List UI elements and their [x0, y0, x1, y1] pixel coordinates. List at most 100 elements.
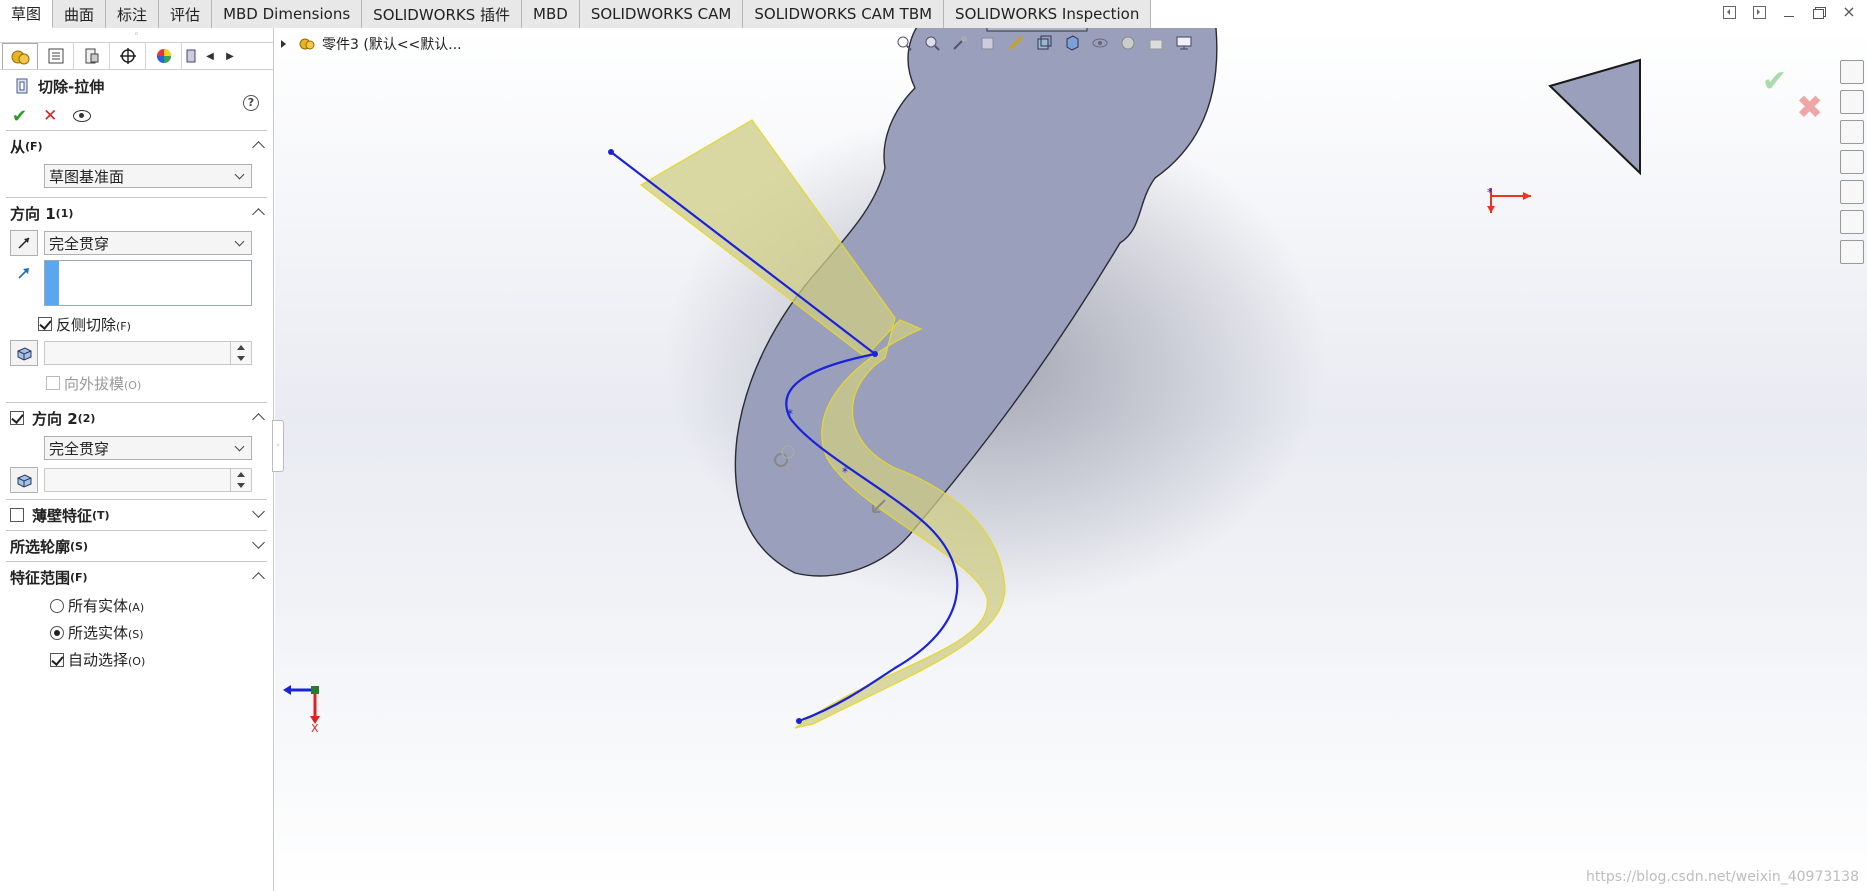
selected-contours-key: (S) — [70, 539, 88, 553]
selected-bodies-radio[interactable] — [50, 625, 64, 640]
spline-point-marker[interactable]: * — [787, 407, 793, 421]
expand-tree-icon[interactable] — [281, 40, 286, 48]
command-manager-tabs: 草图 曲面 标注 评估 MBD Dimensions SOLIDWORKS 插件… — [0, 0, 1152, 28]
sketch-endpoint[interactable] — [608, 149, 614, 155]
from-select[interactable]: 草图基准面 — [44, 164, 252, 188]
tabs-scroll-right-icon[interactable]: ▶ — [220, 43, 240, 69]
tab-solidworks-addins[interactable]: SOLIDWORKS 插件 — [362, 0, 523, 28]
restore-button[interactable] — [1811, 4, 1827, 20]
draft-toggle-button-2[interactable] — [10, 467, 38, 493]
direction1-end-condition[interactable]: 完全贯穿 — [44, 231, 252, 255]
hide-show-icon[interactable] — [1091, 34, 1109, 52]
tab-surfaces[interactable]: 曲面 — [53, 0, 107, 28]
panel-grip-icon[interactable]: ◦ — [0, 28, 273, 42]
property-manager-tab[interactable] — [38, 43, 74, 69]
dynamic-annotation-icon[interactable] — [1007, 34, 1025, 52]
view-orientation-icon[interactable] — [1035, 34, 1053, 52]
tabs-scroll-left-icon[interactable]: ◀ — [200, 43, 220, 69]
thin-feature-header[interactable]: 薄壁特征 (T) — [6, 500, 267, 530]
home-icon[interactable] — [1840, 60, 1864, 84]
appearances-icon[interactable] — [1840, 180, 1864, 204]
direction2-header-label: 方向 2 — [32, 409, 78, 428]
crosshair-icon — [119, 48, 136, 64]
display-style-icon[interactable] — [1063, 34, 1081, 52]
draft-outward-checkbox[interactable] — [46, 376, 60, 390]
model-viewport[interactable]: * * * — [275, 28, 1867, 891]
draft-icon — [17, 347, 32, 361]
collapse-panel-icon[interactable] — [1721, 4, 1737, 20]
feature-title-text: 切除-拉伸 — [38, 77, 105, 96]
direction2-checkbox[interactable] — [10, 411, 24, 425]
reverse-direction-button[interactable] — [10, 230, 38, 256]
feature-manager-tab[interactable] — [2, 43, 38, 69]
feature-scope-key: (F) — [70, 570, 88, 584]
thin-feature-key: (T) — [92, 508, 110, 522]
draft-toggle-button[interactable] — [10, 340, 38, 366]
direction1-header[interactable]: 方向 1 (1) — [6, 198, 267, 228]
feature-title: 切除-拉伸 — [0, 70, 273, 102]
draft-icon — [17, 474, 32, 488]
thin-feature-checkbox[interactable] — [10, 508, 24, 522]
selected-contours-header[interactable]: 所选轮廓 (S) — [6, 531, 267, 561]
tab-sketch[interactable]: 草图 — [0, 0, 54, 28]
direction-selection-box[interactable] — [44, 260, 252, 306]
origin-marker: * — [1487, 186, 1493, 199]
direction2-header[interactable]: 方向 2 (2) — [6, 403, 267, 433]
ok-check-icon[interactable]: ✔ — [12, 106, 27, 127]
tab-evaluate[interactable]: 评估 — [159, 0, 213, 28]
thin-feature-label: 薄壁特征 — [32, 506, 93, 525]
display-manager-tab[interactable] — [146, 43, 182, 69]
minimize-button[interactable] — [1781, 4, 1797, 20]
confirm-ok-icon[interactable]: ✔ — [1762, 64, 1787, 99]
heads-up-toolbar — [895, 34, 1193, 52]
extra-tab[interactable] — [182, 43, 200, 69]
previous-view-icon[interactable] — [951, 34, 969, 52]
preview-eye-icon[interactable] — [73, 110, 92, 122]
sketch-endpoint[interactable] — [796, 718, 802, 724]
zoom-area-icon[interactable] — [923, 34, 941, 52]
file-explorer-icon[interactable] — [1840, 120, 1864, 144]
cam-icon — [186, 49, 196, 63]
graphics-area[interactable]: 零件3 (默认<<默认... * * * X ✔ ✖ https://blog.… — [275, 28, 1867, 891]
forum-icon[interactable] — [1840, 240, 1864, 264]
all-bodies-radio[interactable] — [50, 598, 64, 613]
view-settings-icon[interactable] — [1175, 34, 1193, 52]
tab-solidworks-cam[interactable]: SOLIDWORKS CAM — [579, 0, 744, 28]
panel-collapse-handle[interactable]: ◦ — [272, 420, 284, 472]
dimxpert-manager-tab[interactable] — [110, 43, 146, 69]
feature-scope-header[interactable]: 特征范围 (F) — [6, 562, 267, 592]
cancel-x-icon[interactable]: ✕ — [43, 106, 57, 126]
tab-mbd-dimensions[interactable]: MBD Dimensions — [212, 0, 363, 28]
tab-solidworks-inspection[interactable]: SOLIDWORKS Inspection — [944, 0, 1152, 28]
close-button[interactable]: × — [1841, 4, 1857, 20]
reverse-cut-checkbox[interactable] — [38, 317, 52, 331]
property-list-icon — [48, 48, 63, 64]
draft-angle-spinner-2[interactable] — [44, 468, 252, 492]
custom-properties-icon[interactable] — [1840, 210, 1864, 234]
triangle-sketch[interactable] — [1548, 58, 1641, 176]
tab-dimension[interactable]: 标注 — [106, 0, 160, 28]
sketch-endpoint[interactable] — [872, 351, 878, 357]
help-icon[interactable]: ? — [243, 95, 259, 111]
edit-appearance-icon[interactable] — [1119, 34, 1137, 52]
zoom-to-fit-icon[interactable] — [895, 34, 913, 52]
section-view-icon[interactable] — [979, 34, 997, 52]
feature-scope-group: 特征范围 (F) 所有实体(A) 所选实体(S) 自动选择(O) — [6, 561, 267, 673]
apply-scene-icon[interactable] — [1147, 34, 1165, 52]
draft-angle-spinner[interactable] — [44, 341, 252, 365]
configuration-manager-tab[interactable] — [74, 43, 110, 69]
tab-solidworks-cam-tbm[interactable]: SOLIDWORKS CAM TBM — [743, 0, 945, 28]
expand-panel-icon[interactable] — [1751, 4, 1767, 20]
feature-scope-label: 特征范围 — [10, 568, 71, 587]
direction2-end-condition[interactable]: 完全贯穿 — [44, 436, 252, 460]
auto-select-checkbox[interactable] — [50, 652, 64, 667]
from-header[interactable]: 从 (F) — [6, 131, 267, 161]
breadcrumb[interactable]: 零件3 (默认<<默认... — [281, 34, 462, 54]
spline-point-marker[interactable]: * — [842, 465, 848, 479]
extrude-cut-icon — [16, 78, 28, 94]
view-palette-icon[interactable] — [1840, 150, 1864, 174]
confirm-cancel-icon[interactable]: ✖ — [1796, 88, 1823, 126]
design-library-icon[interactable] — [1840, 90, 1864, 114]
appearance-ball-icon — [156, 49, 171, 63]
tab-mbd[interactable]: MBD — [522, 0, 580, 28]
